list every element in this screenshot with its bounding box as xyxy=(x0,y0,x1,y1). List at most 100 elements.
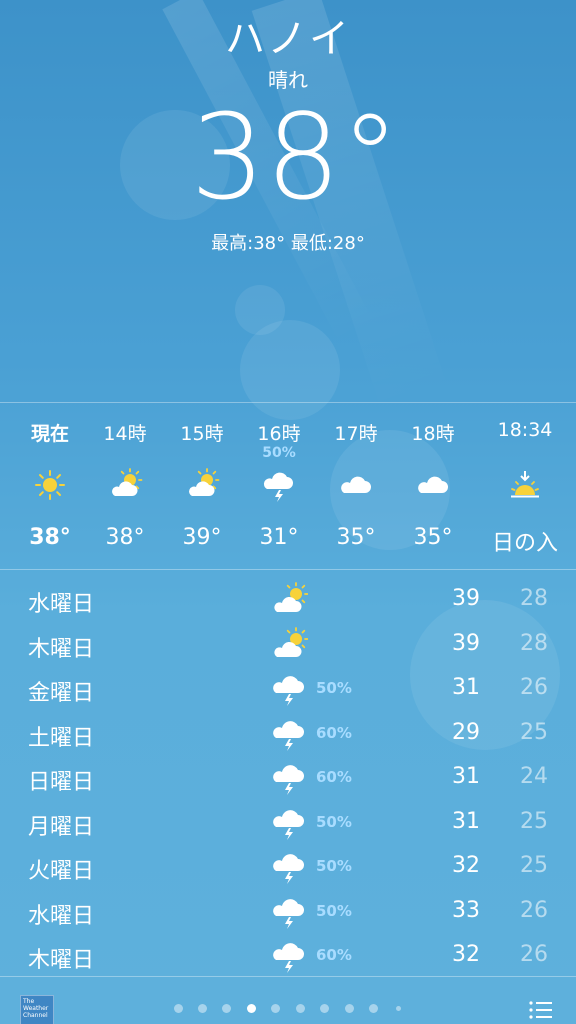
city-name: ハノイ xyxy=(225,16,351,62)
cloud-icon xyxy=(341,476,371,493)
daily-row: 火曜日 50% 32 25 xyxy=(0,845,576,889)
hour-temp: 35° xyxy=(413,525,453,550)
sun-icon xyxy=(35,470,65,500)
weather-channel-logo[interactable]: The Weather Channel xyxy=(20,995,54,1024)
list-icon[interactable] xyxy=(528,999,554,1021)
day-high: 32 xyxy=(452,942,480,967)
page-dot[interactable] xyxy=(345,1004,354,1013)
hourly-item: 18時 35° xyxy=(395,403,471,571)
hour-time: 18時 xyxy=(411,423,455,445)
page-dot[interactable] xyxy=(320,1004,329,1013)
day-name: 火曜日 xyxy=(28,859,95,884)
day-high: 33 xyxy=(452,897,480,923)
page-dot[interactable] xyxy=(271,1004,280,1013)
page-dot[interactable] xyxy=(174,1004,183,1013)
day-precip: 60% xyxy=(316,768,352,786)
day-low: 26 xyxy=(520,675,548,700)
day-low: 25 xyxy=(520,719,548,745)
current-temperature: 38° xyxy=(190,88,400,226)
page-dot[interactable] xyxy=(396,1006,401,1011)
thunderstorm-icon xyxy=(263,472,293,502)
page-dot[interactable] xyxy=(198,1004,207,1013)
day-name: 土曜日 xyxy=(28,725,95,751)
daily-row: 木曜日 60% 32 26 xyxy=(0,934,576,978)
daily-row: 土曜日 60% 29 25 xyxy=(0,712,576,756)
hourly-item: 16時 50% 31° xyxy=(241,403,317,571)
day-name: 日曜日 xyxy=(28,770,95,795)
day-high: 31 xyxy=(452,808,480,834)
hourly-item: 15時 39° xyxy=(164,403,240,571)
daily-row: 日曜日 60% 31 24 xyxy=(0,756,576,800)
day-precip: 50% xyxy=(316,901,352,920)
page-dot[interactable] xyxy=(296,1004,305,1013)
thunderstorm-icon xyxy=(273,765,304,795)
high-low-temperature: 最高:38° 最低:28° xyxy=(211,233,365,254)
day-low: 24 xyxy=(520,764,548,789)
daily-row: 月曜日 50% 31 25 xyxy=(0,801,576,845)
day-high: 39 xyxy=(452,586,480,611)
day-low: 25 xyxy=(520,853,548,878)
hour-temp: 38° xyxy=(29,525,71,550)
day-name: 水曜日 xyxy=(28,903,95,929)
hour-time: 17時 xyxy=(334,423,378,445)
partly-cloudy-icon xyxy=(189,468,220,496)
hour-time: 14時 xyxy=(103,423,147,445)
hour-temp: 日の入 xyxy=(491,531,558,556)
cloud-icon xyxy=(418,476,448,493)
hourly-item: 18:34 日の入 xyxy=(480,403,570,571)
hourly-forecast[interactable]: 現在 38° 14時 38° 15時 39° 16時 50% 31° 17時 3… xyxy=(0,402,576,570)
day-precip: 50% xyxy=(316,857,352,875)
hour-temp: 39° xyxy=(182,525,222,550)
page-dot[interactable] xyxy=(222,1004,231,1013)
thunderstorm-icon xyxy=(273,854,304,884)
sunset-icon xyxy=(511,471,539,498)
hour-time: 18:34 xyxy=(497,419,553,441)
daily-row: 水曜日 39 28 xyxy=(0,578,576,622)
day-name: 月曜日 xyxy=(28,814,95,840)
hour-temp: 38° xyxy=(105,525,145,550)
hourly-item: 17時 35° xyxy=(318,403,394,571)
day-name: 水曜日 xyxy=(28,592,95,617)
day-low: 28 xyxy=(520,586,548,611)
thunderstorm-icon xyxy=(273,809,304,840)
day-high: 32 xyxy=(452,853,480,878)
page-dot-active[interactable] xyxy=(247,1004,256,1013)
day-precip: 60% xyxy=(316,946,352,964)
daily-row: 金曜日 50% 31 26 xyxy=(0,667,576,711)
hour-temp: 35° xyxy=(336,525,376,550)
day-precip: 50% xyxy=(316,812,352,831)
hourly-item: 14時 38° xyxy=(87,403,163,571)
day-name: 木曜日 xyxy=(28,948,95,973)
day-name: 金曜日 xyxy=(28,681,95,706)
hour-time: 現在 xyxy=(30,423,69,445)
page-dot[interactable] xyxy=(369,1004,378,1013)
hour-precip: 50% xyxy=(262,445,296,461)
day-high: 31 xyxy=(452,675,480,700)
thunderstorm-icon xyxy=(273,943,304,973)
page-indicator[interactable] xyxy=(170,1001,410,1015)
thunderstorm-icon xyxy=(273,898,304,929)
day-low: 28 xyxy=(520,630,548,656)
daily-row: 水曜日 50% 33 26 xyxy=(0,890,576,934)
partly-cloudy-icon xyxy=(274,626,308,657)
day-name: 木曜日 xyxy=(28,636,95,662)
day-low: 26 xyxy=(520,897,548,923)
partly-cloudy-icon xyxy=(112,468,143,496)
bottom-toolbar: The Weather Channel xyxy=(0,976,576,1024)
hourly-item: 現在 38° xyxy=(12,403,88,571)
hour-time: 15時 xyxy=(180,423,224,445)
day-precip: 50% xyxy=(316,679,352,697)
day-high: 31 xyxy=(452,764,480,789)
day-precip: 60% xyxy=(316,723,352,742)
daily-row: 木曜日 39 28 xyxy=(0,623,576,667)
day-low: 25 xyxy=(520,808,548,834)
bokeh-light xyxy=(235,285,285,335)
day-high: 39 xyxy=(452,630,480,656)
day-high: 29 xyxy=(452,719,480,745)
thunderstorm-icon xyxy=(273,720,304,751)
thunderstorm-icon xyxy=(273,676,304,706)
hour-time: 16時 xyxy=(257,423,301,445)
day-low: 26 xyxy=(520,942,548,967)
partly-cloudy-icon xyxy=(274,582,308,612)
hour-temp: 31° xyxy=(259,525,299,550)
